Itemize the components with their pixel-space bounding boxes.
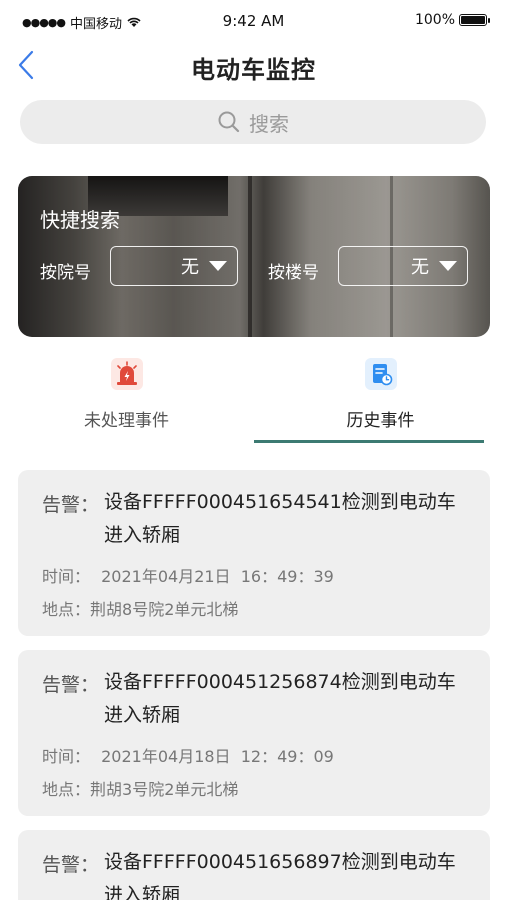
search-placeholder: 搜索 — [249, 111, 289, 136]
alarm-text: 设备FFFFF000451656897检测到电动车进入轿厢 — [104, 851, 456, 900]
event-location: 地点：荆胡3号院2单元北梯 — [42, 776, 238, 800]
event-card[interactable]: 告警： 设备FFFFF000451656897检测到电动车进入轿厢 — [18, 830, 490, 900]
alarm-label: 告警： — [42, 494, 100, 516]
event-card[interactable]: 告警： 设备FFFFF000451654541检测到电动车进入轿厢 时间： 20… — [18, 470, 490, 636]
tab-unprocessed-events[interactable]: 未处理事件 — [0, 356, 253, 442]
location-value: 荆胡3号院2单元北梯 — [90, 780, 239, 799]
battery-group: 100% — [414, 12, 490, 28]
search-icon — [218, 111, 240, 133]
by-court-label: 按院号 — [40, 263, 91, 283]
battery-percent: 100% — [414, 12, 455, 28]
search-input[interactable]: 搜索 — [20, 100, 486, 144]
tab-history-events[interactable]: 历史事件 — [254, 356, 507, 442]
quick-search-title: 快捷搜索 — [40, 208, 120, 232]
time-label: 时间： — [42, 747, 91, 766]
event-time: 时间： 2021年04月21日 16：49：39 — [42, 563, 334, 587]
by-building-label: 按楼号 — [268, 263, 319, 283]
page-title: 电动车监控 — [191, 56, 316, 84]
court-select-value: 无 — [181, 257, 199, 278]
event-location: 地点：荆胡8号院2单元北梯 — [42, 596, 238, 620]
tab-unprocessed-label: 未处理事件 — [84, 411, 169, 431]
location-label: 地点： — [42, 600, 91, 619]
alarm-light-icon — [110, 358, 143, 390]
court-select[interactable]: 无 — [110, 246, 238, 286]
dropdown-triangle-icon — [439, 261, 457, 271]
location-label: 地点： — [42, 780, 91, 799]
event-tabs: 未处理事件 历史事件 — [0, 356, 507, 446]
building-select-value: 无 — [411, 257, 429, 278]
event-time: 时间： 2021年04月18日 12：49：09 — [42, 743, 334, 767]
active-tab-indicator — [254, 440, 484, 443]
dropdown-triangle-icon — [209, 261, 227, 271]
nav-bar: 电动车监控 — [0, 44, 507, 88]
time-value: 2021年04月21日 16：49：39 — [101, 567, 334, 586]
battery-icon — [459, 14, 490, 26]
time-value: 2021年04月18日 12：49：09 — [101, 747, 334, 766]
quick-search-panel: 快捷搜索 按院号 无 按楼号 无 — [18, 176, 490, 337]
status-bar: ●●●●● 中国移动 9:42 AM 100% — [0, 0, 507, 44]
location-value: 荆胡8号院2单元北梯 — [90, 600, 239, 619]
alarm-label: 告警： — [42, 854, 100, 876]
alarm-text: 设备FFFFF000451654541检测到电动车进入轿厢 — [104, 491, 456, 546]
time-label: 时间： — [42, 567, 91, 586]
building-select[interactable]: 无 — [338, 246, 468, 286]
tab-history-label: 历史事件 — [346, 411, 415, 431]
event-card[interactable]: 告警： 设备FFFFF000451256874检测到电动车进入轿厢 时间： 20… — [18, 650, 490, 816]
history-doc-icon — [364, 358, 397, 390]
alarm-text: 设备FFFFF000451256874检测到电动车进入轿厢 — [104, 671, 456, 726]
alarm-label: 告警： — [42, 674, 100, 696]
